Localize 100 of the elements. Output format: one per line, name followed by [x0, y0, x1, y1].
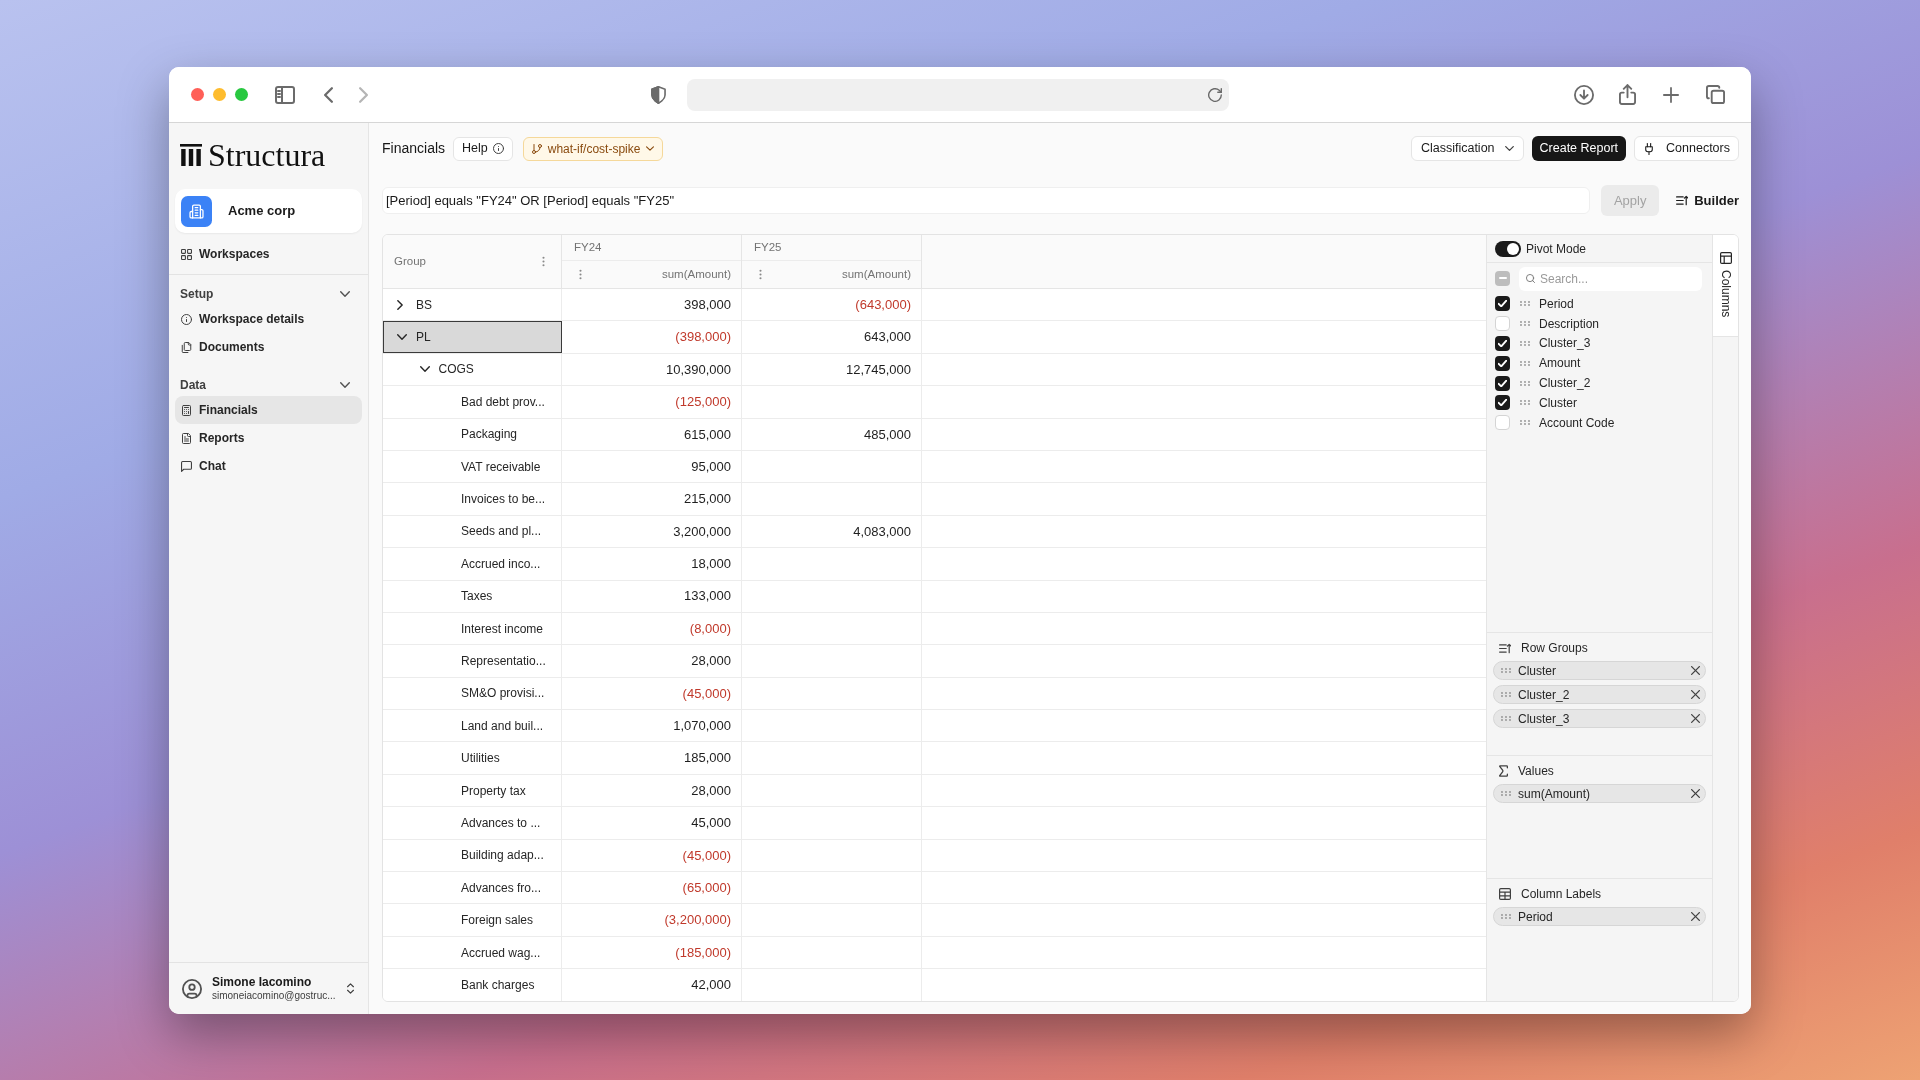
drag-handle-icon[interactable] — [1520, 301, 1530, 307]
checkbox[interactable] — [1495, 395, 1510, 411]
section-header[interactable]: Setup — [175, 283, 362, 305]
column-header[interactable]: sum(Amount) — [661, 265, 731, 284]
column-name[interactable]: Cluster_2 — [1539, 374, 1591, 393]
column-name[interactable]: Amount — [1539, 354, 1581, 373]
chevron-down-icon[interactable] — [340, 382, 350, 388]
pivot-mode-toggle[interactable] — [1495, 240, 1521, 257]
field-chip[interactable]: Cluster_2 — [1493, 685, 1706, 704]
table-icon — [1719, 252, 1732, 264]
close-icon[interactable] — [1691, 666, 1700, 675]
drag-handle-icon[interactable] — [1520, 341, 1530, 346]
column-header[interactable]: Group — [394, 252, 426, 271]
reload-icon[interactable] — [1208, 87, 1222, 102]
filter-input[interactable]: [Period] equals "FY24" OR [Period] equals "FY25" — [382, 187, 1591, 214]
share-icon[interactable] — [1619, 84, 1636, 105]
list-arrow-icon — [1676, 195, 1689, 206]
column-group-header: FY25 — [754, 239, 782, 255]
drag-handle-icon[interactable] — [1501, 791, 1511, 796]
column-name[interactable]: Cluster_3 — [1539, 334, 1591, 353]
drop-zone-title: Values — [1518, 763, 1554, 780]
field-chip[interactable]: Period — [1493, 907, 1706, 926]
group-cell[interactable]: PL — [383, 321, 562, 353]
create-report-button[interactable]: Create Report — [1531, 136, 1627, 161]
chevron-left-icon[interactable] — [324, 86, 333, 103]
connectors-button[interactable]: Connectors — [1634, 136, 1739, 161]
checkbox[interactable] — [1495, 296, 1510, 312]
sidebar-item[interactable]: Chat — [175, 452, 362, 480]
column-menu-icon[interactable] — [542, 256, 545, 267]
branch-selector[interactable]: what-if/cost-spike — [522, 136, 664, 161]
drag-handle-icon[interactable] — [1501, 716, 1511, 721]
chevrons-up-down-icon[interactable] — [347, 983, 354, 994]
plus-icon[interactable] — [1663, 86, 1679, 103]
table-cell: 1,070,000 — [562, 710, 742, 742]
drag-handle-icon[interactable] — [1520, 360, 1530, 366]
workspace-switcher[interactable]: Acme corp — [175, 189, 362, 233]
field-chip[interactable]: sum(Amount) — [1493, 784, 1706, 803]
drag-handle-icon[interactable] — [1501, 914, 1511, 919]
help-button[interactable]: Help — [453, 136, 513, 161]
checkbox[interactable] — [1495, 316, 1510, 332]
user-avatar-icon — [182, 978, 202, 999]
chevron-down-icon[interactable] — [397, 334, 407, 341]
table-cell: (125,000) — [562, 386, 742, 418]
column-name[interactable]: Period — [1539, 294, 1574, 313]
brand-name: Structura — [208, 139, 326, 171]
sidebar-item[interactable]: Workspaces — [175, 240, 362, 268]
table-cell: (3,200,000) — [562, 904, 742, 936]
table-cell: 398,000 — [562, 289, 742, 321]
search-field[interactable]: Search... — [1519, 267, 1702, 291]
chevron-down-icon[interactable] — [419, 366, 430, 373]
builder-button[interactable]: Builder — [1676, 190, 1739, 211]
column-name[interactable]: Account Code — [1539, 413, 1615, 432]
close-icon[interactable] — [1691, 912, 1700, 921]
classification-dropdown[interactable]: Classification — [1410, 136, 1524, 161]
field-chip[interactable]: Cluster_3 — [1493, 709, 1706, 728]
column-name[interactable]: Cluster — [1539, 393, 1577, 412]
close-icon[interactable] — [1691, 789, 1700, 798]
drag-handle-icon[interactable] — [1520, 321, 1530, 327]
checkbox[interactable] — [1495, 415, 1510, 431]
drag-handle-icon[interactable] — [1520, 380, 1530, 386]
column-name[interactable]: Description — [1539, 314, 1600, 333]
table-cell: 185,000 — [562, 742, 742, 774]
group-cell[interactable]: Bank charges — [383, 969, 562, 1001]
download-icon[interactable] — [1574, 84, 1594, 105]
drag-handle-icon[interactable] — [1520, 400, 1530, 406]
sidebar-item[interactable]: Financials — [175, 396, 362, 424]
select-all-checkbox[interactable] — [1495, 270, 1510, 286]
checkbox[interactable] — [1495, 336, 1510, 351]
drag-handle-icon[interactable] — [1501, 692, 1511, 697]
drag-handle-icon[interactable] — [1501, 668, 1511, 673]
row-groups-icon — [1499, 642, 1511, 654]
close-icon[interactable] — [1691, 690, 1700, 699]
sidebar-item[interactable]: Reports — [175, 424, 362, 452]
side-tab[interactable]: Columns — [1713, 235, 1738, 337]
tabs-icon[interactable] — [1706, 85, 1725, 104]
shield-icon[interactable] — [651, 85, 666, 104]
checkmark-icon — [1498, 399, 1507, 407]
checkbox[interactable] — [1495, 355, 1510, 371]
section-header[interactable]: Data — [175, 374, 362, 396]
column-menu-icon[interactable] — [579, 269, 582, 280]
table-cell: 485,000 — [742, 418, 922, 450]
column-menu-icon[interactable] — [759, 269, 762, 280]
drag-handle-icon[interactable] — [1520, 420, 1530, 426]
chevron-down-icon[interactable] — [340, 291, 350, 297]
sidebar-item[interactable]: Workspace details — [175, 305, 362, 333]
drop-zone-title: Row Groups — [1521, 640, 1588, 657]
chevron-right-icon[interactable] — [397, 299, 403, 310]
close-window-icon[interactable] — [191, 88, 204, 101]
checkmark-icon — [1498, 300, 1507, 308]
close-icon[interactable] — [1691, 714, 1700, 723]
checkbox[interactable] — [1495, 375, 1510, 391]
table-cell: (185,000) — [562, 936, 742, 969]
table-cell: (398,000) — [562, 321, 742, 353]
sidebar-item[interactable]: Documents — [175, 333, 362, 361]
sidebar-icon[interactable] — [274, 85, 296, 104]
info-icon — [181, 313, 192, 325]
grid-icon — [181, 248, 192, 260]
field-chip[interactable]: Cluster — [1493, 661, 1706, 680]
table-cell: (643,000) — [742, 289, 922, 321]
column-header[interactable]: sum(Amount) — [841, 265, 911, 284]
